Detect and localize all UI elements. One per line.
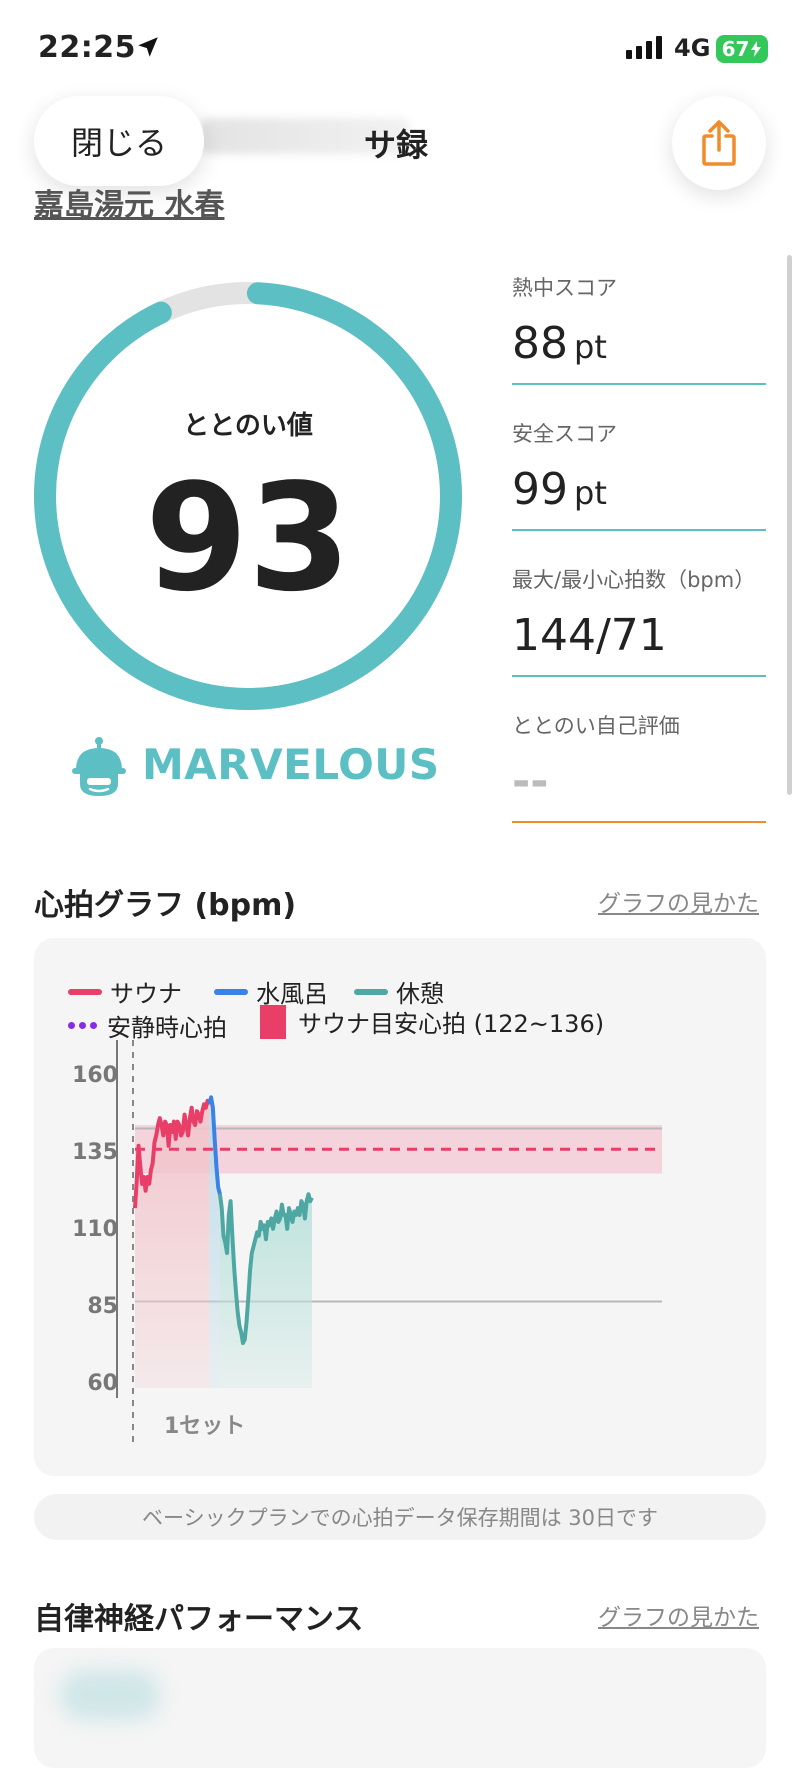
network-label: 4G: [674, 34, 711, 62]
stat-value: 144/71: [512, 610, 667, 661]
location-arrow-icon: [138, 37, 158, 57]
scrollbar[interactable]: [787, 255, 792, 795]
score-label: ととのい値: [183, 411, 313, 441]
legend-swatch: [260, 1004, 286, 1039]
stat-self-rating[interactable]: ととのい自己評価 --: [512, 710, 766, 823]
stat-label: 安全スコア: [512, 422, 617, 446]
legend-swatch: [214, 988, 248, 995]
stat-label: ととのい自己評価: [512, 714, 680, 738]
legend-resting: 安静時心拍: [68, 1008, 227, 1043]
heart-rate-plot: [116, 1040, 662, 1448]
set-label: 1セット: [164, 1414, 246, 1439]
autonomic-title: 自律神経パフォーマンス: [34, 1602, 364, 1637]
stat-value[interactable]: --: [512, 756, 766, 807]
stat-heart-rate: 最大/最小心拍数（bpm） 144/71: [512, 564, 766, 677]
legend-swatch: [68, 988, 102, 995]
legend-label: サウナ: [110, 980, 182, 1008]
stat-value: 99: [512, 464, 568, 515]
divider: [512, 529, 766, 531]
legend-label: 安静時心拍: [107, 1014, 227, 1042]
legend-label: サウナ目安心拍 (122~136): [298, 1010, 605, 1038]
battery-level: 67: [721, 37, 750, 61]
facility-link[interactable]: 嘉島湯元 水春: [34, 180, 224, 224]
rank-label: MARVELOUS: [142, 740, 440, 789]
storage-notice: ベーシックプランでの心拍データ保存期間は 30日です: [34, 1494, 766, 1540]
legend-swatch: [68, 1022, 97, 1029]
status-time: 22:25: [38, 30, 136, 65]
heart-graph-help-link[interactable]: グラフの見かた: [598, 884, 759, 918]
close-button[interactable]: 閉じる: [34, 96, 204, 186]
battery-icon: 67: [716, 35, 768, 63]
heart-graph-title: 心拍グラフ (bpm): [34, 888, 297, 923]
charging-bolt-icon: [751, 41, 762, 57]
stat-value: 88: [512, 318, 568, 369]
divider: [512, 821, 766, 823]
stat-heat-score: 熱中スコア 88 pt: [512, 272, 766, 385]
legend-target: サウナ目安心拍 (122~136): [260, 1004, 604, 1039]
divider: [512, 383, 766, 385]
blurred-content: [60, 1670, 160, 1720]
stat-unit: pt: [574, 328, 607, 366]
legend-swatch: [354, 988, 388, 995]
stat-unit: pt: [574, 474, 607, 512]
divider: [512, 675, 766, 677]
legend-sauna: サウナ: [68, 974, 182, 1009]
page-title: サ録: [364, 126, 429, 164]
share-button[interactable]: [672, 96, 766, 190]
score-value: 93: [145, 452, 351, 624]
share-icon: [702, 120, 736, 166]
stat-label: 最大/最小心拍数（bpm）: [512, 568, 756, 592]
mascot-helmet-icon: [72, 737, 126, 796]
autonomic-help-link[interactable]: グラフの見かた: [598, 1598, 759, 1632]
signal-icon: [626, 36, 662, 59]
stat-label: 熱中スコア: [512, 276, 617, 300]
stat-safety-score: 安全スコア 99 pt: [512, 418, 766, 531]
